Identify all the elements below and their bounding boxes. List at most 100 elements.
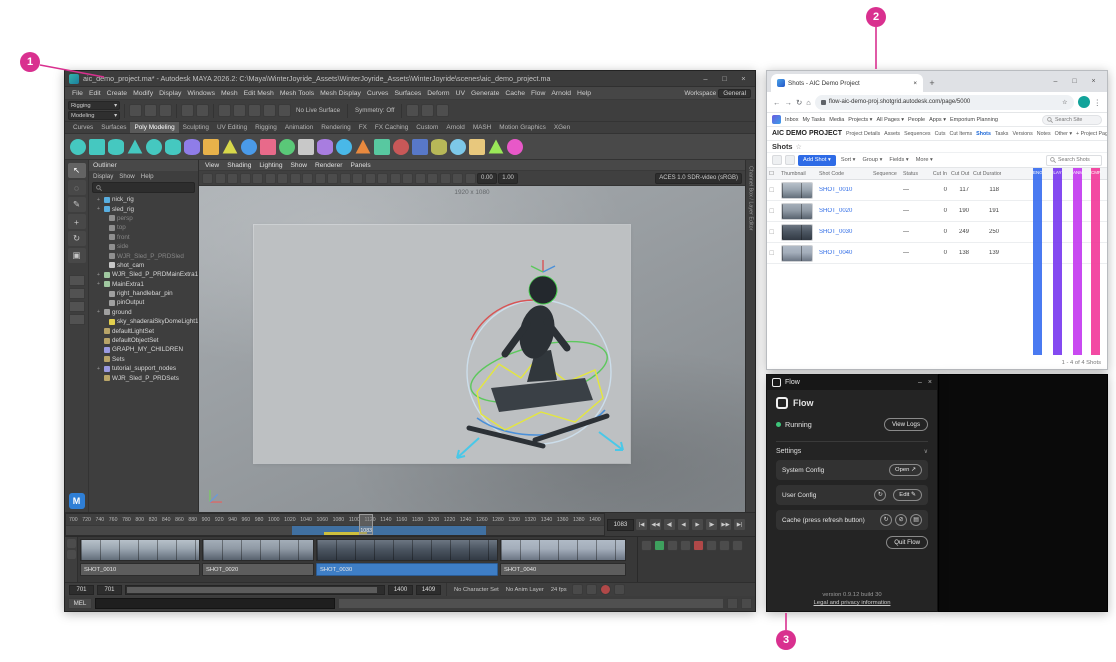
menu-item[interactable]: Windows (184, 90, 218, 97)
set-key-icon[interactable] (585, 584, 597, 595)
site-search-input[interactable] (1055, 116, 1097, 123)
outliner-item[interactable]: + ground (89, 308, 198, 317)
animation-start-field[interactable]: 701 (69, 584, 94, 595)
shelf-tool-icon[interactable] (241, 138, 257, 155)
ipr-render-icon[interactable] (421, 104, 435, 117)
viewport-menu-item[interactable]: Renderer (315, 162, 343, 169)
open-system-config-button[interactable]: Open ↗ (889, 464, 922, 476)
shelf-tool-icon[interactable] (203, 138, 219, 155)
shelf-tab[interactable]: XGen (550, 122, 574, 133)
menu-item[interactable]: Modify (130, 90, 156, 97)
expander-icon[interactable]: + (95, 206, 102, 212)
shot-thumbnail[interactable] (781, 244, 813, 262)
shelf-tool-icon[interactable] (469, 138, 485, 155)
shelf-tool-icon[interactable] (374, 138, 390, 155)
shelf-tool-icon[interactable] (70, 138, 86, 155)
outliner-item[interactable]: + MainExtra1 (89, 280, 198, 289)
select-camera-icon[interactable] (202, 172, 213, 184)
menu-item[interactable]: Display (156, 90, 184, 97)
shelf-tab[interactable]: MASH (469, 122, 495, 133)
select-all-checkbox[interactable]: ☐ (767, 171, 779, 177)
make-live-icon[interactable] (278, 104, 291, 117)
toolbar-button[interactable]: Group ▾ (860, 157, 884, 163)
expander-icon[interactable]: + (95, 309, 102, 315)
animation-preferences-icon[interactable] (613, 584, 625, 595)
channel-box-strip[interactable]: Channel Box / Layer Editor (745, 160, 755, 512)
expander-icon[interactable]: + (95, 366, 102, 372)
bookmark-star-icon[interactable]: ☆ (1062, 99, 1067, 106)
grid-icon[interactable] (289, 172, 301, 184)
outliner-item[interactable]: pinOutput (89, 298, 198, 307)
outliner-item[interactable]: defaultObjectSet (89, 336, 198, 345)
outliner-item[interactable]: WJR_Sled_P_PRDSets (89, 373, 198, 382)
shot-thumbnail-strip[interactable] (316, 539, 498, 561)
textured-icon[interactable] (402, 172, 413, 184)
go-to-end-button[interactable]: ▶| (733, 518, 746, 531)
project-nav-link[interactable]: Project Details (846, 131, 880, 137)
profile-avatar[interactable] (1077, 96, 1090, 108)
outliner-search[interactable] (92, 182, 195, 193)
shot-thumbnail[interactable] (781, 202, 813, 220)
sequencer-layout-icon[interactable] (667, 540, 678, 551)
close-button[interactable]: × (734, 71, 753, 86)
add-shot-button[interactable]: Add Shot ▾ (798, 154, 836, 166)
favorite-star-icon[interactable]: ☆ (796, 143, 802, 151)
lighting-icon[interactable] (414, 172, 426, 184)
sequencer-sync-icon[interactable] (654, 540, 665, 551)
anim-layer-dropdown[interactable]: No Anim Layer (504, 587, 546, 593)
menu-item[interactable]: Arnold (548, 90, 574, 97)
shelf-tool-icon[interactable] (184, 138, 200, 155)
shot-thumbnail-cell[interactable] (779, 244, 817, 262)
sequencer-options-icon[interactable] (706, 540, 717, 551)
project-nav-link[interactable]: Tasks (995, 131, 1009, 137)
outliner-item[interactable]: persp (89, 214, 198, 223)
image-plane-icon[interactable] (252, 172, 263, 184)
snap-point-icon[interactable] (248, 104, 261, 117)
outliner-menu-item[interactable]: Show (119, 173, 134, 180)
step-forward-key-button[interactable]: |▶ (705, 518, 718, 531)
persp-outliner-layout-icon[interactable] (68, 301, 85, 312)
outliner-item[interactable]: WJR_Sled_P_PRDSled (89, 251, 198, 260)
command-input[interactable] (95, 598, 335, 609)
project-nav-link[interactable]: Other ▾ (1055, 131, 1072, 137)
menu-item[interactable]: Edit Mesh (241, 90, 277, 97)
menu-item[interactable]: Cache (502, 90, 528, 97)
paint-select-tool-icon[interactable]: ✎ (67, 197, 86, 212)
shelf-tool-icon[interactable] (127, 139, 143, 154)
current-frame-marker[interactable]: 1083 (359, 514, 374, 535)
step-back-key-button[interactable]: ◀| (663, 518, 676, 531)
step-forward-frame-button[interactable]: ▶▶ (719, 518, 732, 531)
outliner-menu-item[interactable]: Display (93, 173, 113, 180)
menu-item[interactable]: UV (453, 90, 468, 97)
character-set-dropdown[interactable]: No Character Set (452, 587, 501, 593)
outliner-item[interactable]: + nick_rig (89, 195, 198, 204)
menu-item[interactable]: Mesh Display (317, 90, 364, 97)
shelf-tool-icon[interactable] (488, 139, 504, 154)
forward-icon[interactable]: → (785, 98, 793, 107)
maximize-button[interactable]: □ (1065, 74, 1084, 89)
menu-item[interactable]: Curves (364, 90, 392, 97)
project-nav-link[interactable]: Cut Items (950, 131, 973, 137)
shadows-icon[interactable] (427, 172, 438, 184)
shelf-tool-icon[interactable] (89, 138, 105, 155)
shelf-tool-icon[interactable] (507, 138, 523, 155)
close-button[interactable]: × (928, 379, 932, 386)
animation-end-field[interactable]: 1409 (416, 584, 441, 595)
workspace-selector[interactable]: Workspace General (684, 88, 755, 98)
nav-item[interactable]: Emporium Planning (950, 117, 998, 123)
sequencer-snap-icon[interactable] (680, 540, 691, 551)
url-omnibox[interactable]: flow-aic-demo-proj.shotgrid.autodesk.com… (814, 94, 1074, 110)
tab-close-icon[interactable]: × (913, 80, 917, 87)
edit-user-config-button[interactable]: Edit ✎ (893, 489, 922, 501)
shelf-tool-icon[interactable] (260, 138, 276, 155)
snap-view-plane-icon[interactable] (263, 104, 276, 117)
gate-mask-icon[interactable] (327, 172, 338, 184)
viewport-menu-item[interactable]: Shading (227, 162, 251, 169)
outliner-item[interactable]: side (89, 242, 198, 251)
minimize-button[interactable]: – (1046, 74, 1065, 89)
outliner-item[interactable]: top (89, 223, 198, 232)
gamma-field[interactable]: 1.00 (498, 172, 518, 184)
shelf-tab[interactable]: Animation (281, 122, 317, 133)
time-bar[interactable] (66, 525, 604, 535)
sequencer-playblast-icon[interactable] (641, 540, 652, 551)
